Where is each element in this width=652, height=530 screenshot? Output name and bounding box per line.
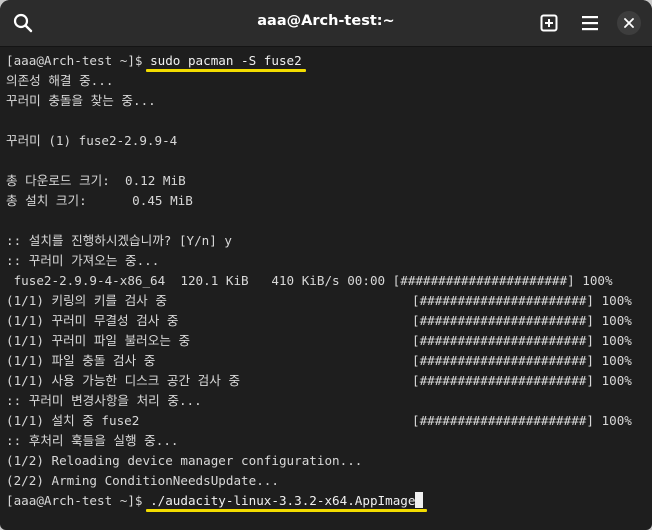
terminal-line: :: 꾸러미 가져오는 중... [6,251,159,271]
progress-bar-text: [######################] 100% [412,353,632,368]
command-highlight-underline [146,509,428,512]
command-text: ./audacity-linux-3.3.2-x64.AppImage [150,493,416,508]
terminal-output[interactable]: [aaa@Arch-test ~]$ sudo pacman -S fuse2 의… [6,50,646,526]
terminal-line: :: 후처리 훅들을 실행 중... [6,431,179,451]
terminal-line: fuse2-2.9.9-4-x86_64 120.1 KiB 410 KiB/s… [6,271,613,291]
prompt-line: [aaa@Arch-test ~]$ ./audacity-linux-3.3.… [6,491,424,511]
terminal-line: :: 꾸러미 변경사항을 처리 중... [6,391,202,411]
terminal-line: (1/1) 꾸러미 파일 불러오는 중 [####################… [6,331,632,351]
terminal-line: (1/1) 설치 중 fuse2 [######################]… [6,411,632,431]
title-bar: aaa@Arch-test:~ [0,0,652,47]
hamburger-menu-icon [582,16,598,31]
line-text: fuse2-2.9.9-4-x86_64 120.1 KiB 410 KiB/s… [6,273,613,288]
line-text: (1/1) 꾸러미 파일 불러오는 중 [6,333,191,348]
line-text: (1/1) 설치 중 fuse2 [6,413,140,428]
line-text: 꾸러미 (1) fuse2-2.9.9-4 [6,133,178,148]
terminal-line: 꾸러미 충돌을 찾는 중... [6,91,156,111]
shell-prompt: [aaa@Arch-test ~]$ [6,493,151,508]
new-tab-button[interactable] [534,8,564,38]
line-text: (2/2) Arming ConditionNeedsUpdate... [6,473,279,488]
terminal-line: (1/1) 키링의 키를 검사 중 [######################… [6,291,632,311]
line-text: (1/1) 키링의 키를 검사 중 [6,293,167,308]
line-text: (1/1) 사용 가능한 디스크 공간 검사 중 [6,373,241,388]
terminal-line: 꾸러미 (1) fuse2-2.9.9-4 [6,131,177,151]
progress-bar-text: [######################] 100% [412,333,632,348]
terminal-window: aaa@Arch-test:~ [aaa@Arch-test ~]$ sudo … [0,0,652,530]
terminal-line: 총 설치 크기: 0.45 MiB [6,191,193,211]
line-text: 의존성 해결 중... [6,73,114,88]
progress-bar-text: [######################] 100% [412,413,632,428]
command-highlight-underline [146,69,306,72]
line-text: :: 설치를 진행하시겠습니까? [Y/n] y [6,233,233,248]
terminal-line: (1/1) 꾸러미 무결성 검사 중 [#####################… [6,311,632,331]
terminal-line: (1/1) 파일 충돌 검사 중 [######################]… [6,351,632,371]
close-icon [624,18,634,28]
text-cursor [415,492,424,508]
new-tab-icon [540,14,558,32]
progress-bar-text: [######################] 100% [412,373,632,388]
terminal-line: 의존성 해결 중... [6,71,113,91]
close-button-circle[interactable] [617,11,641,35]
terminal-line: 총 다운로드 크기: 0.12 MiB [6,171,186,191]
command-text: sudo pacman -S fuse2 [150,53,302,68]
terminal-line: (1/2) Reloading device manager configura… [6,451,362,471]
line-text: 꾸러미 충돌을 찾는 중... [6,93,156,108]
line-text: :: 후처리 훅들을 실행 중... [6,433,179,448]
terminal-line: (2/2) Arming ConditionNeedsUpdate... [6,471,279,491]
line-text: (1/1) 꾸러미 무결성 검사 중 [6,313,179,328]
line-text: (1/2) Reloading device manager configura… [6,453,363,468]
prompt-line: [aaa@Arch-test ~]$ sudo pacman -S fuse2 [6,51,302,71]
line-text: :: 꾸러미 가져오는 중... [6,253,160,268]
terminal-line: (1/1) 사용 가능한 디스크 공간 검사 중 [###############… [6,371,632,391]
close-button[interactable] [614,8,644,38]
progress-bar-text: [######################] 100% [412,293,632,308]
shell-prompt: [aaa@Arch-test ~]$ [6,53,151,68]
line-text: :: 꾸러미 변경사항을 처리 중... [6,393,202,408]
line-text: 총 설치 크기: 0.45 MiB [6,193,193,208]
menu-button[interactable] [575,8,605,38]
line-text: 총 다운로드 크기: 0.12 MiB [6,173,186,188]
progress-bar-text: [######################] 100% [412,313,632,328]
terminal-line: :: 설치를 진행하시겠습니까? [Y/n] y [6,231,232,251]
line-text: (1/1) 파일 충돌 검사 중 [6,353,156,368]
